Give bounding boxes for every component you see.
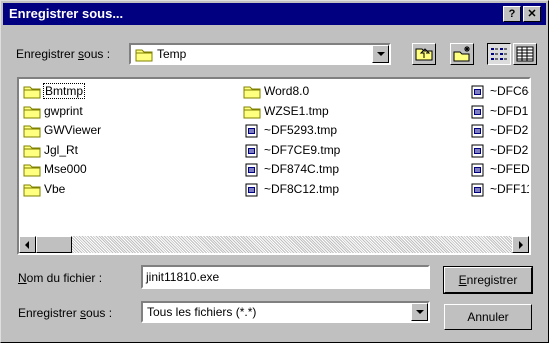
save-in-value: Temp: [157, 47, 187, 61]
item-label: ~DF874C.tmp: [264, 162, 340, 176]
details-view-button[interactable]: [513, 43, 537, 65]
help-button[interactable]: ?: [503, 6, 521, 22]
window-title: Enregistrer sous...: [9, 6, 124, 21]
list-view-icon: [491, 48, 507, 60]
close-icon: ✕: [527, 8, 537, 20]
item-label: WZSE1.tmp: [264, 103, 329, 118]
filename-value: jinit11810.exe: [146, 270, 220, 284]
file-icon: [243, 144, 261, 158]
item-label: GWViewer: [44, 123, 102, 137]
folder-icon: [135, 49, 153, 62]
file-icon: [243, 124, 261, 138]
folder-up-icon: [415, 48, 433, 61]
item-label: ~DF7CE9.tmp: [264, 142, 341, 157]
filetype-label: Enregistrer sous :: [18, 306, 113, 320]
file-icon: [469, 124, 487, 138]
item-label: ~DFF112: [490, 181, 529, 196]
new-folder-button[interactable]: [450, 43, 474, 65]
file-icon: [243, 163, 261, 177]
save-in-dropdown-arrow[interactable]: [372, 45, 389, 63]
folder-icon: [243, 85, 261, 99]
filename-field[interactable]: jinit11810.exe: [141, 265, 430, 289]
item-label: ~DFD265: [490, 142, 529, 157]
scroll-right-button[interactable]: [512, 236, 529, 253]
file-icon: [469, 163, 487, 177]
scroll-thumb[interactable]: [36, 236, 72, 253]
file-list[interactable]: Bmtmp gwprint GWViewer Jgl_Rt Mse000 Vbe Word…: [17, 77, 531, 255]
folder-icon: [23, 85, 41, 99]
details-view-icon: [516, 46, 534, 62]
file-icon: [469, 144, 487, 158]
horizontal-scrollbar[interactable]: [19, 236, 529, 253]
item-label: ~DF5293.tmp: [264, 123, 338, 137]
folder-icon: [23, 124, 41, 138]
cancel-button[interactable]: Annuler: [444, 304, 532, 330]
file-icon: [469, 183, 487, 197]
chevron-down-icon: [377, 52, 385, 56]
arrow-left-icon: [25, 241, 29, 249]
item-label: Vbe: [44, 181, 66, 196]
save-as-dialog: Enregistrer sous... ? ✕ Enregistrer sous…: [0, 0, 549, 343]
filename-label: Nom du fichier :: [18, 271, 103, 285]
item-label: ~DFEDE: [490, 162, 530, 176]
folder-icon: [23, 105, 41, 119]
arrow-right-icon: [519, 241, 523, 249]
item-label: ~DFC64E: [490, 84, 529, 98]
up-one-level-button[interactable]: [412, 43, 436, 65]
save-in-label: Enregistrer sous :: [16, 47, 111, 61]
item-label: ~DFD1F7: [490, 103, 529, 118]
file-icon: [243, 183, 261, 197]
item-label: Jgl_Rt: [44, 142, 79, 157]
item-label: gwprint: [44, 103, 83, 118]
save-in-dropdown[interactable]: Temp: [129, 43, 391, 65]
folder-icon: [23, 163, 41, 177]
filetype-dropdown-arrow[interactable]: [411, 303, 428, 321]
chevron-down-icon: [416, 310, 424, 314]
filetype-dropdown[interactable]: Tous les fichiers (*.*): [141, 301, 430, 323]
title-bar[interactable]: Enregistrer sous... ? ✕: [3, 3, 546, 25]
help-icon: ?: [508, 8, 516, 20]
list-view-button[interactable]: [487, 43, 511, 65]
save-button[interactable]: Enregistrer: [443, 266, 533, 294]
file-icon: [469, 85, 487, 99]
close-button[interactable]: ✕: [523, 6, 541, 22]
new-folder-icon: [453, 46, 470, 62]
folder-icon: [243, 105, 261, 119]
item-label: ~DFD233: [490, 123, 529, 137]
item-label: Bmtmp: [43, 83, 86, 99]
folder-icon: [23, 144, 41, 158]
filetype-value: Tous les fichiers (*.*): [147, 305, 257, 319]
item-label: Word8.0: [264, 84, 310, 98]
file-icon: [469, 105, 487, 119]
scroll-left-button[interactable]: [19, 236, 36, 253]
item-label: Mse000: [44, 162, 87, 176]
folder-icon: [23, 183, 41, 197]
item-label: ~DF8C12.tmp: [264, 181, 340, 196]
